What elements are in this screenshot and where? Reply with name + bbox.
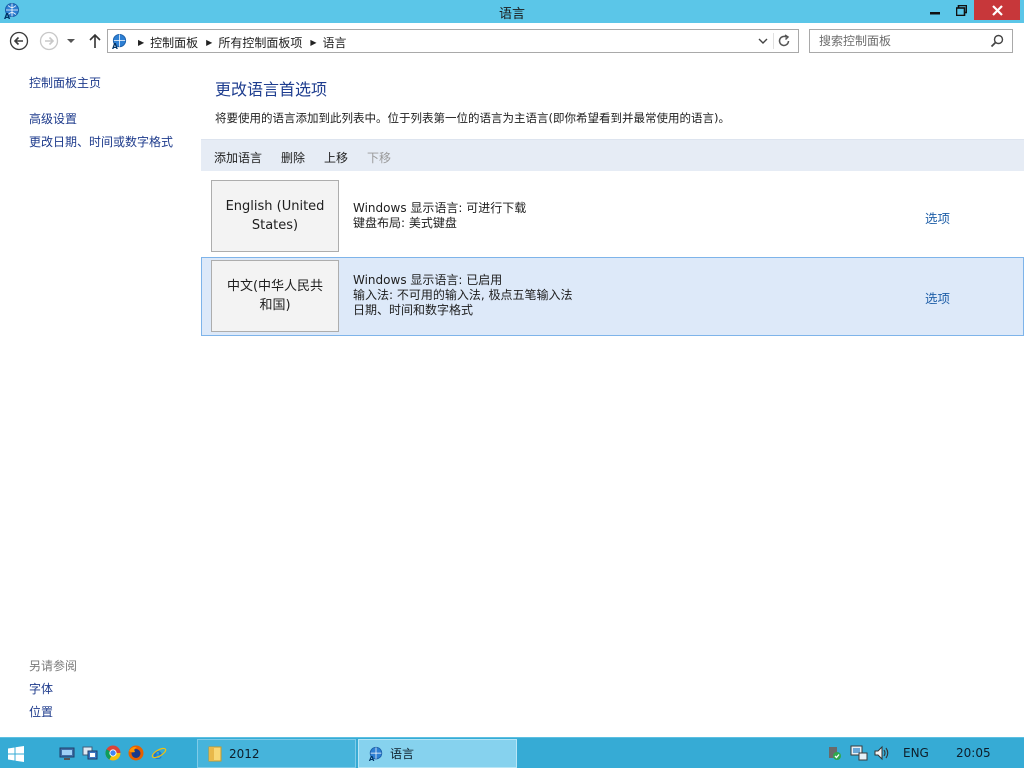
svg-text:A: A xyxy=(112,42,118,50)
breadcrumb-separator-icon[interactable]: ▶ xyxy=(310,38,316,47)
breadcrumb: ▶ 控制面板 ▶ 所有控制面板项 ▶ 语言 xyxy=(130,34,347,51)
display-language-status: Windows 显示语言: 已启用 xyxy=(353,273,503,287)
language-info: Windows 显示语言: 已启用 输入法: 不可用的输入法, 极点五笔输入法 … xyxy=(353,273,573,318)
recent-pages-dropdown[interactable] xyxy=(62,31,80,51)
minimize-icon xyxy=(930,12,940,15)
search-box[interactable] xyxy=(809,29,1013,53)
display-language-status: Windows 显示语言: 可进行下载 xyxy=(353,201,527,215)
language-options-link[interactable]: 选项 xyxy=(925,208,950,227)
control-panel-globe-icon: A xyxy=(112,33,127,50)
page-title: 更改语言首选项 xyxy=(215,80,328,99)
close-icon xyxy=(991,4,1003,16)
language-options-link[interactable]: 选项 xyxy=(925,288,950,307)
back-arrow-icon xyxy=(9,31,29,51)
input-language-indicator[interactable]: ENG xyxy=(903,746,929,760)
restore-icon xyxy=(955,4,967,16)
server-manager-icon[interactable] xyxy=(59,745,75,761)
taskbar-item-language[interactable]: A 语言 xyxy=(358,739,517,768)
date-time-format-status: 日期、时间和数字格式 xyxy=(353,303,474,317)
close-button[interactable] xyxy=(974,0,1020,20)
forward-arrow-icon xyxy=(39,31,59,51)
window-title: 语言 xyxy=(498,7,525,22)
keyboard-layout-status: 键盘布局: 美式键盘 xyxy=(353,216,457,230)
change-date-time-format-link[interactable]: 更改日期、时间或数字格式 xyxy=(29,133,173,150)
search-input[interactable] xyxy=(819,34,979,48)
taskbar: e 2012 A 语言 ENG 20:05 xyxy=(0,737,1024,768)
chevron-down-icon xyxy=(67,39,75,43)
see-also-heading: 另请参阅 xyxy=(29,659,78,673)
restore-button[interactable] xyxy=(948,0,974,20)
input-method-status: 输入法: 不可用的输入法, 极点五笔输入法 xyxy=(353,288,573,302)
refresh-icon[interactable] xyxy=(776,33,792,49)
search-icon[interactable] xyxy=(990,34,1004,48)
firefox-icon[interactable] xyxy=(128,745,144,761)
minimize-button[interactable] xyxy=(922,0,948,20)
chrome-icon[interactable] xyxy=(105,745,121,761)
network-icon[interactable] xyxy=(850,745,868,761)
up-button[interactable] xyxy=(85,31,105,51)
clock[interactable]: 20:05 xyxy=(956,746,991,760)
folder-icon xyxy=(208,746,222,761)
breadcrumb-language[interactable]: 语言 xyxy=(323,34,347,51)
language-globe-icon: A xyxy=(369,746,383,762)
address-divider xyxy=(773,33,774,49)
add-language-button[interactable]: 添加语言 xyxy=(214,149,262,166)
move-down-button: 下移 xyxy=(367,151,392,165)
address-history-chevron-icon[interactable] xyxy=(758,34,768,48)
control-panel-home-link[interactable]: 控制面板主页 xyxy=(29,74,101,91)
remove-button[interactable]: 删除 xyxy=(281,149,305,166)
taskbar-item-folder-2012[interactable]: 2012 xyxy=(197,739,356,768)
advanced-settings-link[interactable]: 高级设置 xyxy=(29,110,77,127)
taskbar-item-label: 语言 xyxy=(390,747,415,761)
fonts-link[interactable]: 字体 xyxy=(29,680,53,697)
svg-text:A: A xyxy=(369,754,375,762)
move-up-button[interactable]: 上移 xyxy=(324,149,348,166)
speaker-icon[interactable] xyxy=(874,745,890,761)
language-row-chinese[interactable]: 中文(中华人民共和国) Windows 显示语言: 已启用 输入法: 不可用的输… xyxy=(201,257,1024,336)
location-link[interactable]: 位置 xyxy=(29,703,53,720)
up-arrow-icon xyxy=(89,33,101,48)
language-toolbar: 添加语言 删除 上移 下移 xyxy=(201,139,1024,171)
internet-explorer-icon[interactable]: e xyxy=(151,745,167,761)
breadcrumb-all-items[interactable]: 所有控制面板项 xyxy=(218,34,302,51)
network-computer-icon[interactable] xyxy=(82,745,98,761)
start-button[interactable] xyxy=(0,738,32,768)
taskbar-item-label: 2012 xyxy=(229,746,260,761)
title-bar: A 语言 xyxy=(0,0,1024,23)
forward-button[interactable] xyxy=(39,31,59,51)
language-tile[interactable]: 中文(中华人民共和国) xyxy=(211,260,339,332)
address-bar[interactable]: A ▶ 控制面板 ▶ 所有控制面板项 ▶ 语言 xyxy=(107,29,799,53)
back-button[interactable] xyxy=(9,31,29,51)
windows-logo-icon xyxy=(8,745,24,762)
page-description: 将要使用的语言添加到此列表中。位于列表第一位的语言为主语言(即你希望看到并最常使… xyxy=(215,111,730,125)
language-tile[interactable]: English (United States) xyxy=(211,180,339,252)
breadcrumb-control-panel[interactable]: 控制面板 xyxy=(150,34,198,51)
action-center-flag-icon[interactable] xyxy=(826,745,842,761)
language-info: Windows 显示语言: 可进行下载 键盘布局: 美式键盘 xyxy=(353,201,526,231)
breadcrumb-separator-icon[interactable]: ▶ xyxy=(206,38,212,47)
language-row-english[interactable]: English (United States) Windows 显示语言: 可进… xyxy=(201,177,1024,255)
breadcrumb-separator-icon[interactable]: ▶ xyxy=(138,38,144,47)
